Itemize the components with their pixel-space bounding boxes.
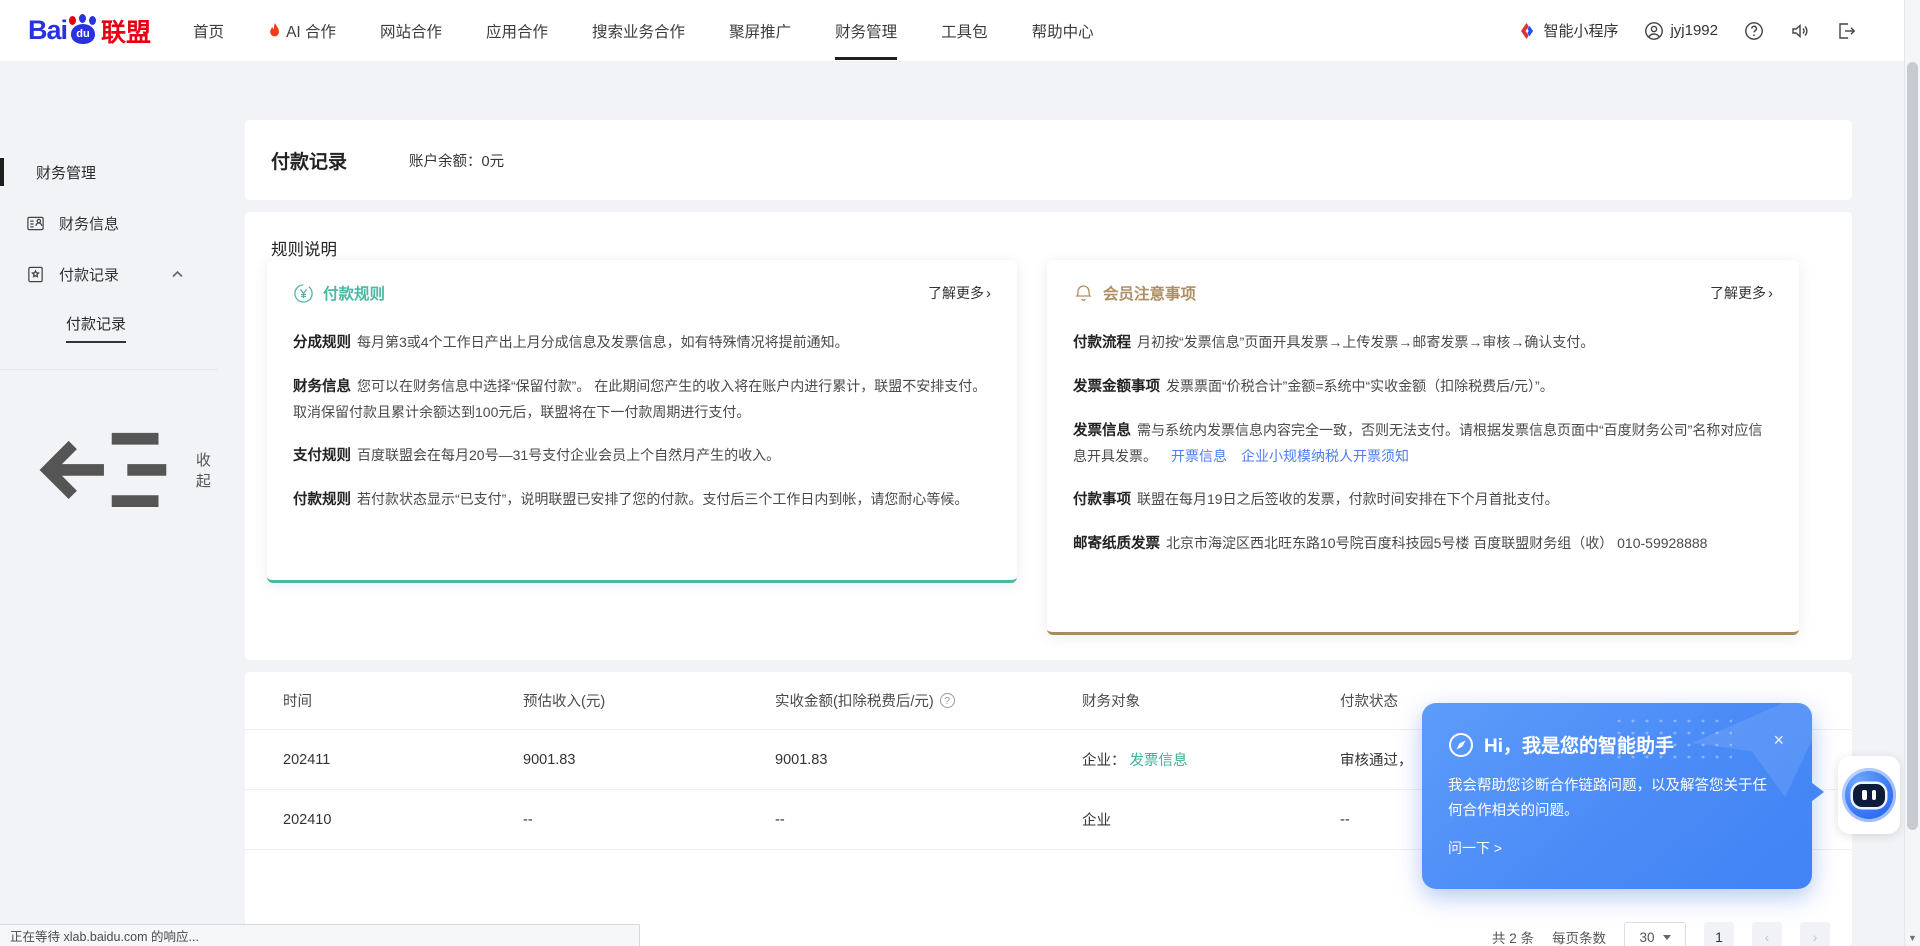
assistant-popup-pointer <box>1812 783 1824 801</box>
smart-miniprogram-link[interactable]: 智能小程序 <box>1519 20 1618 41</box>
browser-status-bar: 正在等待 xlab.baidu.com 的响应... <box>0 924 640 946</box>
user-icon <box>1644 21 1664 41</box>
col-target: 财务对象 <box>1082 690 1340 711</box>
balance-value: 0元 <box>482 154 505 170</box>
user-account[interactable]: jyj1992 <box>1644 21 1718 41</box>
sidebar-item-finance-info[interactable]: 财务信息 <box>26 213 220 234</box>
flame-icon <box>268 23 282 39</box>
close-icon[interactable]: × <box>1773 731 1784 749</box>
col-time: 时间 <box>283 690 523 711</box>
next-page-button[interactable]: › <box>1800 922 1830 946</box>
rules-heading: 规则说明 <box>271 236 337 260</box>
member-notice-title: 会员注意事项 <box>1103 282 1196 304</box>
member-notice-more-link[interactable]: 了解更多› <box>1710 283 1773 303</box>
bell-icon <box>1073 283 1094 304</box>
small-taxpayer-guide-link[interactable]: 企业小规模纳税人开票须知 <box>1241 448 1409 464</box>
payment-rules-title: 付款规则 <box>323 282 385 304</box>
pagination: 共 2 条 每页条数 30 1 ‹ › <box>1492 922 1830 946</box>
total-count: 共 2 条 <box>1492 927 1534 946</box>
help-circle-icon[interactable] <box>1744 21 1764 41</box>
rule-item: 邮寄纸质发票北京市海淀区西北旺东路10号院百度科技园5号楼 百度联盟财务组（收）… <box>1073 531 1773 557</box>
assistant-popup: Hi，我是您的智能助手 × 我会帮助您诊断合作链路问题，以及解答您关于任何合作相… <box>1422 703 1812 889</box>
navbar-right: 智能小程序 jyj1992 <box>1519 20 1892 41</box>
col-actual: 实收金额(扣除税费后/元) ? <box>775 690 1082 711</box>
nav-item-search-biz[interactable]: 搜索业务合作 <box>592 0 685 62</box>
rules-card: 规则说明 付款规则 了解更多› 分成规则每月第3或4个工作日产出上月分成信息及发… <box>245 212 1852 660</box>
chevron-down-icon <box>1663 935 1671 940</box>
cell-actual: -- <box>775 812 1082 828</box>
ask-now-link[interactable]: 问一下 > <box>1448 838 1786 858</box>
rule-item: 付款规则若付款状态显示“已支付”，说明联盟已安排了您的付款。支付后三个工作日内到… <box>293 487 991 513</box>
sidebar-subitem-payment-records[interactable]: 付款记录 <box>66 313 126 343</box>
scrollbar: ▼ <box>1904 0 1920 946</box>
collapse-icon <box>26 392 182 548</box>
invoice-info-row-link[interactable]: 发票信息 <box>1130 753 1188 769</box>
logout-icon[interactable] <box>1836 21 1856 41</box>
logo-text-bai: Bai <box>28 15 67 46</box>
sidebar-item-payment-records[interactable]: 付款记录 <box>26 264 220 285</box>
sidebar: 财务管理 财务信息 付款记录 付款记录 收起 <box>0 62 220 946</box>
logo-text-union: 联盟 <box>101 13 151 49</box>
scrollbar-down-arrow[interactable]: ▼ <box>1906 931 1919 944</box>
scrollbar-thumb[interactable] <box>1907 62 1918 830</box>
page-number-button[interactable]: 1 <box>1704 922 1734 946</box>
member-notice-card: 会员注意事项 了解更多› 付款流程月初按“发票信息”页面开具发票→上传发票→邮寄… <box>1047 260 1799 635</box>
nav-item-toolkit[interactable]: 工具包 <box>941 0 988 62</box>
nav-item-help[interactable]: 帮助中心 <box>1032 0 1094 62</box>
main-nav: 首页 AI 合作 网站合作 应用合作 搜索业务合作 聚屏推广 财务管理 工具包 … <box>193 0 1094 62</box>
sidebar-section-finance[interactable]: 财务管理 <box>36 162 220 183</box>
rule-item: 财务信息您可以在财务信息中选择“保留付款”。 在此期间您产生的收入将在账户内进行… <box>293 374 991 425</box>
assistant-title: Hi，我是您的智能助手 <box>1484 731 1674 758</box>
assistant-message: 我会帮助您诊断合作链路问题，以及解答您关于任何合作相关的问题。 <box>1448 774 1778 824</box>
nav-item-website[interactable]: 网站合作 <box>380 0 442 62</box>
nav-item-app[interactable]: 应用合作 <box>486 0 548 62</box>
rule-item: 发票金额事项发票票面“价税合计”金额=系统中“实收金额（扣除税费后/元）”。 <box>1073 374 1773 400</box>
speaker-icon[interactable] <box>1790 21 1810 41</box>
id-card-icon <box>26 214 45 233</box>
sidebar-divider <box>0 369 218 370</box>
baidu-paw-icon: du <box>68 16 98 46</box>
per-page-label: 每页条数 <box>1552 927 1606 946</box>
status-text: 正在等待 xlab.baidu.com 的响应... <box>10 926 199 945</box>
cell-time: 202410 <box>283 812 523 828</box>
chevron-up-icon[interactable] <box>171 268 184 281</box>
cell-target: 企业 <box>1082 809 1340 830</box>
rule-item: 支付规则百度联盟会在每月20号—31号支付企业会员上个自然月产生的收入。 <box>293 443 991 469</box>
robot-icon <box>1842 768 1896 822</box>
coin-yuan-icon <box>293 283 314 304</box>
cell-estimated: -- <box>523 812 775 828</box>
payment-rules-card: 付款规则 了解更多› 分成规则每月第3或4个工作日产出上月分成信息及发票信息，如… <box>267 260 1017 583</box>
invoice-info-link[interactable]: 开票信息 <box>1171 448 1227 464</box>
miniprogram-gem-icon <box>1519 22 1537 40</box>
actual-amount-help-icon[interactable]: ? <box>940 693 955 708</box>
page-header-card: 付款记录 账户余额：0元 <box>245 120 1852 200</box>
cell-time: 202411 <box>283 752 523 768</box>
cell-target: 企业：发票信息 <box>1082 749 1340 770</box>
nav-item-ai[interactable]: AI 合作 <box>268 0 336 62</box>
rule-item: 发票信息需与系统内发票信息内容完全一致，否则无法支付。请根据发票信息页面中“百度… <box>1073 418 1773 469</box>
assistant-robot-launcher[interactable] <box>1838 756 1900 834</box>
baidu-union-logo[interactable]: Bai du 联盟 <box>28 13 151 49</box>
top-navbar: Bai du 联盟 首页 AI 合作 网站合作 应用合作 搜索业务合作 聚屏推广… <box>0 0 1920 62</box>
prev-page-button[interactable]: ‹ <box>1752 922 1782 946</box>
nav-item-home[interactable]: 首页 <box>193 0 224 62</box>
rule-item: 付款事项联盟在每月19日之后签收的发票，付款时间安排在下个月首批支付。 <box>1073 487 1773 513</box>
payment-rules-more-link[interactable]: 了解更多› <box>928 283 991 303</box>
rule-item: 分成规则每月第3或4个工作日产出上月分成信息及发票信息，如有特殊情况将提前通知。 <box>293 330 991 356</box>
page-title: 付款记录 <box>271 147 347 174</box>
sidebar-collapse-button[interactable]: 收起 <box>26 392 220 548</box>
receipt-icon <box>26 265 45 284</box>
rule-item: 付款流程月初按“发票信息”页面开具发票→上传发票→邮寄发票→审核→确认支付。 <box>1073 330 1773 356</box>
account-balance: 账户余额：0元 <box>409 150 504 171</box>
nav-item-screen-promo[interactable]: 聚屏推广 <box>729 0 791 62</box>
cell-actual: 9001.83 <box>775 752 1082 768</box>
nav-item-finance[interactable]: 财务管理 <box>835 0 897 62</box>
cell-estimated: 9001.83 <box>523 752 775 768</box>
per-page-select[interactable]: 30 <box>1624 922 1686 946</box>
compass-icon <box>1448 732 1474 758</box>
col-estimated: 预估收入(元) <box>523 690 775 711</box>
